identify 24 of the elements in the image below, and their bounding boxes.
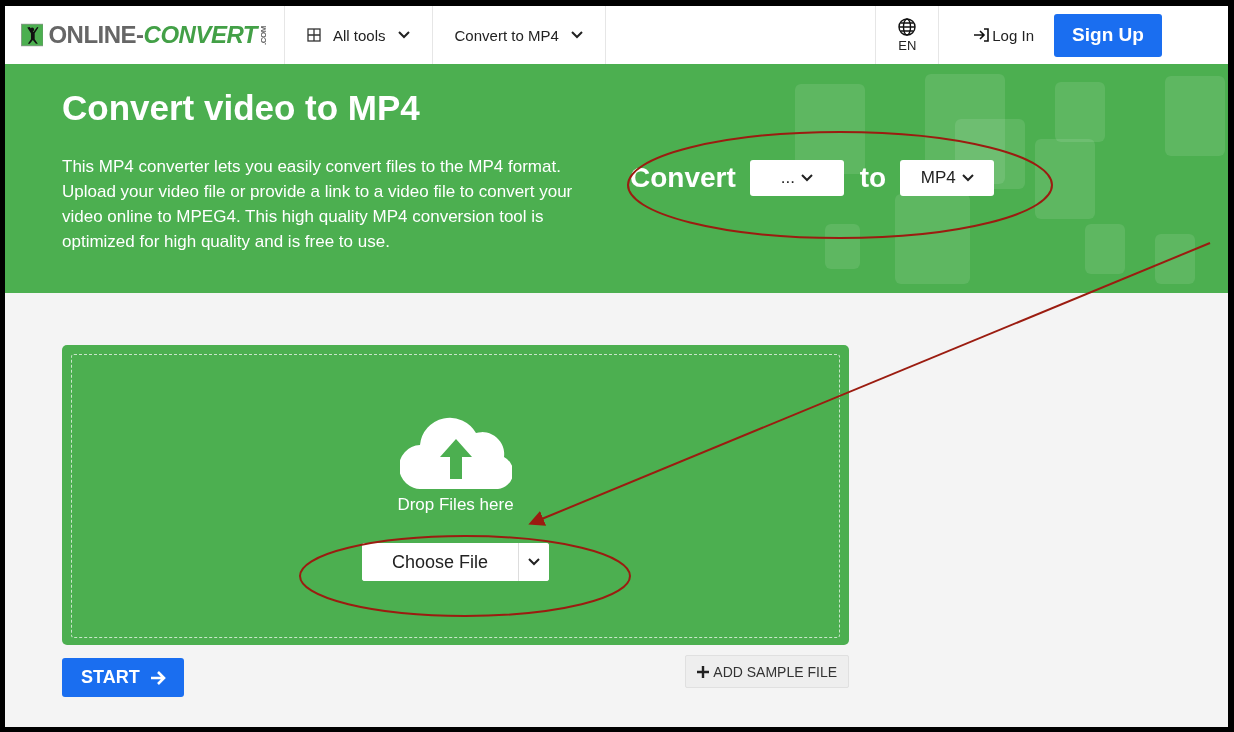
globe-icon: [898, 17, 917, 36]
drop-files-text: Drop Files here: [397, 495, 514, 515]
chevron-down-icon: [528, 558, 540, 566]
description-text: This MP4 converter lets you easily convert files to the MP4 format. Upload your video file or provide a link to a video file to convert your video online to MPEG4. This high quality MP4 conversion tool is optimized for high quality and is free to use.: [62, 156, 574, 253]
logo-text: ONLINE-CONVERT .COM: [48, 21, 268, 49]
plus-icon: [697, 665, 710, 678]
to-label: to: [859, 162, 887, 194]
drop-zone[interactable]: Drop Files here Choose File: [62, 345, 849, 645]
target-format-dropdown[interactable]: MP4: [900, 160, 995, 196]
arrow-right-icon: [149, 669, 166, 686]
convert-label: Convert: [630, 162, 736, 194]
add-sample-file-button[interactable]: ADD SAMPLE FILE: [685, 655, 849, 688]
start-button[interactable]: START: [62, 658, 184, 697]
chevron-down-icon: [397, 31, 410, 39]
page-title: Convert video to MP4: [62, 88, 421, 128]
login-link[interactable]: Log In: [939, 6, 1054, 64]
chevron-down-icon: [961, 174, 974, 182]
choose-file-button[interactable]: Choose File: [361, 543, 519, 581]
sign-up-button[interactable]: Sign Up: [1054, 13, 1162, 57]
source-format-dropdown[interactable]: ...: [749, 160, 844, 196]
grid-icon: [307, 28, 321, 42]
chevron-down-icon: [570, 31, 583, 39]
sign-in-icon: [973, 28, 990, 42]
chevron-down-icon: [800, 174, 813, 182]
